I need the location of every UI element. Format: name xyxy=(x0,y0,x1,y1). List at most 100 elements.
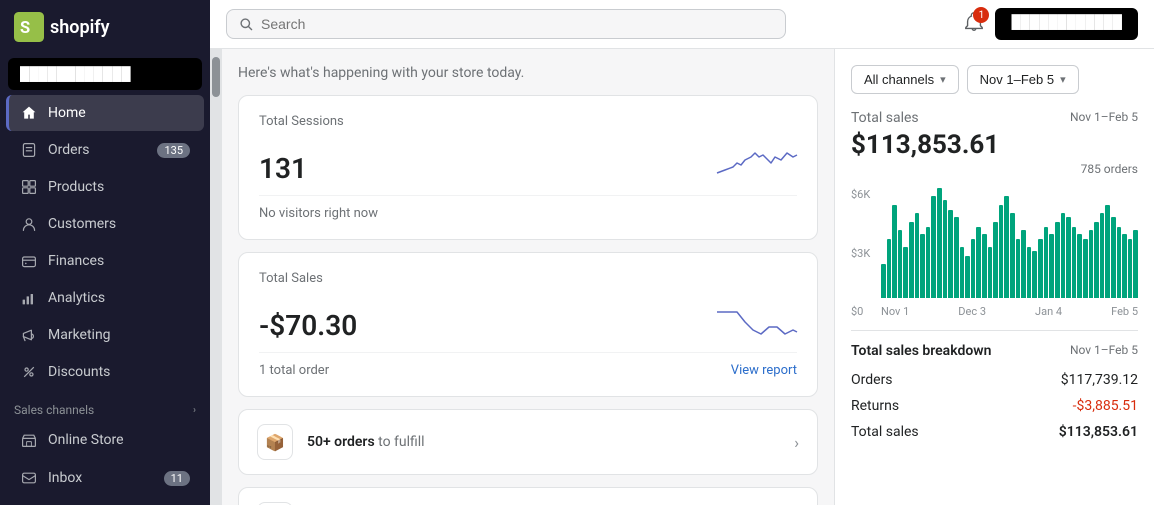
right-panel: All channels ▾ Nov 1–Feb 5 ▾ Total sales… xyxy=(834,49,1154,505)
center-panel: Here's what's happening with your store … xyxy=(222,49,834,505)
user-button[interactable]: ████████████ xyxy=(995,8,1138,40)
chart-bar xyxy=(881,264,886,298)
sidebar-item-label-products: Products xyxy=(48,179,104,195)
sales-sparkline xyxy=(717,292,797,342)
breakdown-value-total: $113,853.61 xyxy=(1059,424,1138,440)
chart-y-label-0: $0 xyxy=(851,305,870,318)
chart-bar xyxy=(960,247,965,298)
shopify-logo-icon: S xyxy=(14,12,44,42)
analytics-icon xyxy=(20,289,38,307)
chart-bar xyxy=(1094,222,1099,298)
total-sessions-body: 131 xyxy=(259,135,797,185)
breakdown-title: Total sales breakdown xyxy=(851,343,991,359)
breakdown-name-orders: Orders xyxy=(851,372,893,388)
store-icon xyxy=(20,431,38,449)
sidebar-item-online-store[interactable]: Online Store xyxy=(6,422,204,458)
breakdown-row-total: Total sales $113,853.61 xyxy=(851,419,1138,445)
chart-bar xyxy=(1100,213,1105,298)
scroll-track[interactable] xyxy=(210,49,222,505)
chart-bar xyxy=(971,239,976,298)
notification-button[interactable]: 1 xyxy=(963,11,985,37)
chart-x-label-jan: Jan 4 xyxy=(1035,305,1062,318)
sales-channels-chevron: › xyxy=(193,405,196,416)
sidebar-item-customers[interactable]: Customers xyxy=(6,206,204,242)
chart-bar xyxy=(1089,230,1094,298)
sidebar-item-discounts[interactable]: Discounts xyxy=(6,354,204,390)
orders-badge: 135 xyxy=(157,143,190,158)
search-input[interactable] xyxy=(261,16,773,32)
sidebar-item-home[interactable]: Home xyxy=(6,95,204,131)
channel-filter-button[interactable]: All channels ▾ xyxy=(851,65,959,94)
chart-x-label-dec: Dec 3 xyxy=(958,305,986,318)
chart-bar xyxy=(1083,239,1088,298)
chart-bar xyxy=(1077,234,1082,298)
chart-bar xyxy=(1038,239,1043,298)
content-area: Here's what's happening with your store … xyxy=(210,49,1154,505)
finances-icon xyxy=(20,252,38,270)
breakdown-row-orders: Orders $117,739.12 xyxy=(851,367,1138,393)
sidebar-header: S shopify xyxy=(0,0,210,54)
main-content: 1 ████████████ Here's what's happening w… xyxy=(210,0,1154,505)
fulfill-label: to fulfill xyxy=(375,434,425,450)
sidebar-item-marketing[interactable]: Marketing xyxy=(6,317,204,353)
sidebar-item-label-customers: Customers xyxy=(48,216,116,232)
sidebar-item-label-orders: Orders xyxy=(48,142,90,158)
breakdown-header: Total sales breakdown Nov 1–Feb 5 xyxy=(851,343,1138,359)
discounts-icon xyxy=(20,363,38,381)
chart-bar xyxy=(1105,205,1110,298)
risk-orders-card[interactable]: ⚠ 16 high risk orders to review › xyxy=(238,487,818,505)
right-panel-sales-label: Total sales xyxy=(851,110,919,126)
total-sessions-footer: No visitors right now xyxy=(259,195,797,221)
chart-bar xyxy=(1111,217,1116,298)
sidebar-nav: Home Orders 135 Products Customers xyxy=(0,94,210,391)
chart-bar xyxy=(988,247,993,298)
sidebar-item-orders[interactable]: Orders 135 xyxy=(6,132,204,168)
chart-bars xyxy=(881,188,1138,298)
topbar: 1 ████████████ xyxy=(210,0,1154,49)
breakdown-date: Nov 1–Feb 5 xyxy=(1070,343,1138,359)
fulfill-orders-card[interactable]: 📦 50+ orders to fulfill › xyxy=(238,409,818,475)
chart-y-label-6k: $6K xyxy=(851,188,870,201)
total-sales-card: Total Sales -$70.30 1 total order View r… xyxy=(238,252,818,397)
date-filter-chevron: ▾ xyxy=(1060,73,1066,86)
total-sessions-card: Total Sessions 131 No visitors right now xyxy=(238,95,818,240)
chart-bar xyxy=(1004,196,1009,298)
chart-bar xyxy=(1117,227,1122,298)
search-icon xyxy=(239,17,253,31)
chart-bar xyxy=(1021,230,1026,298)
date-filter-button[interactable]: Nov 1–Feb 5 ▾ xyxy=(967,65,1079,94)
chart-bar xyxy=(903,247,908,298)
chart-bar xyxy=(1128,239,1133,298)
chart-bar xyxy=(954,217,959,298)
chart-bar xyxy=(948,210,953,298)
topbar-right: 1 ████████████ xyxy=(963,8,1138,40)
breakdown-name-returns: Returns xyxy=(851,398,899,414)
sessions-sparkline xyxy=(717,135,797,185)
sales-channels-section[interactable]: Sales channels › xyxy=(0,391,210,421)
page-subtitle: Here's what's happening with your store … xyxy=(238,65,818,81)
sidebar-item-analytics[interactable]: Analytics xyxy=(6,280,204,316)
chart-bar xyxy=(1032,251,1037,298)
apps-section[interactable]: Apps › xyxy=(0,497,210,505)
chart-bar xyxy=(1055,222,1060,298)
sidebar-item-label-home: Home xyxy=(48,105,86,121)
customers-icon xyxy=(20,215,38,233)
sidebar: S shopify ████████████ Home Orders 135 xyxy=(0,0,210,505)
products-icon xyxy=(20,178,38,196)
sidebar-item-inbox[interactable]: Inbox 11 xyxy=(6,460,204,496)
breakdown-value-orders: $117,739.12 xyxy=(1061,372,1138,388)
chart-x-labels: Nov 1 Dec 3 Jan 4 Feb 5 xyxy=(881,305,1138,318)
search-bar[interactable] xyxy=(226,9,786,39)
total-sales-body: -$70.30 xyxy=(259,292,797,342)
chart-bar xyxy=(887,239,892,298)
fulfill-count: 50+ orders xyxy=(307,434,375,450)
sidebar-item-finances[interactable]: Finances xyxy=(6,243,204,279)
inbox-icon xyxy=(20,469,38,487)
chart-y-labels: $6K $3K $0 xyxy=(851,188,870,318)
orders-icon xyxy=(20,141,38,159)
store-selector[interactable]: ████████████ xyxy=(8,58,202,90)
sidebar-item-products[interactable]: Products xyxy=(6,169,204,205)
scroll-thumb[interactable] xyxy=(212,57,220,97)
right-panel-orders-count: 785 orders xyxy=(851,162,1138,176)
view-report-link[interactable]: View report xyxy=(731,363,797,378)
